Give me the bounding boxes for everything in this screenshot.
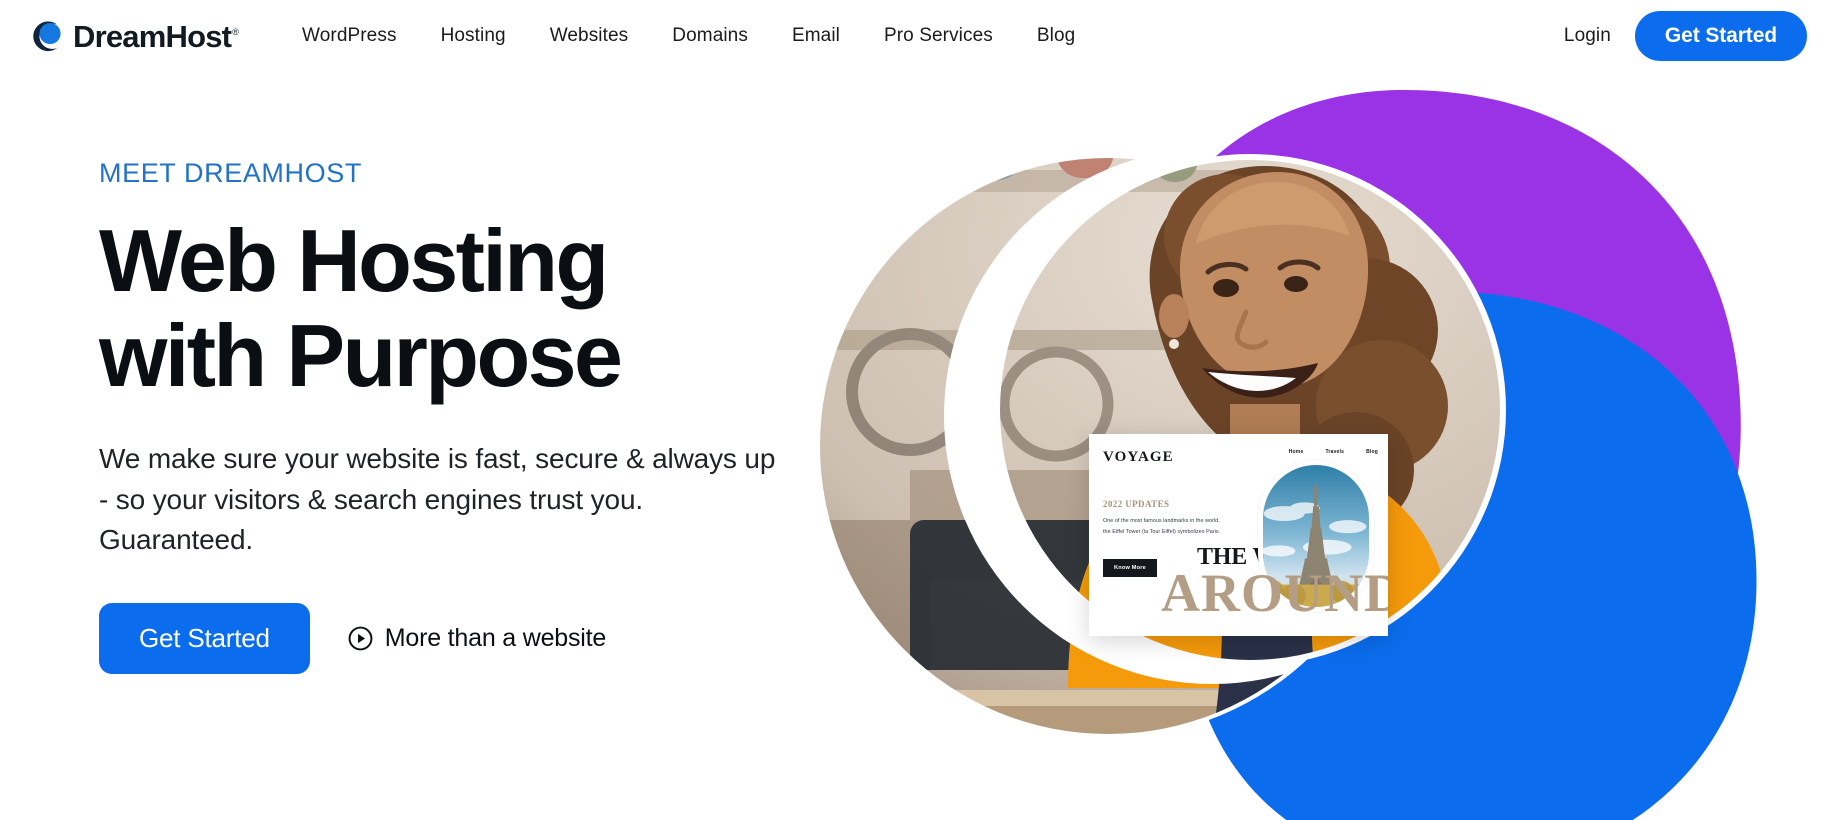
logo-wordmark: DreamHost® [73, 18, 239, 54]
login-link[interactable]: Login [1564, 25, 1611, 47]
nav-item-email[interactable]: Email [770, 19, 862, 53]
nav-item-pro-services[interactable]: Pro Services [862, 19, 1015, 53]
nav-item-hosting[interactable]: Hosting [419, 19, 528, 53]
headline-line-1: Web Hosting [99, 211, 609, 310]
hero-eyebrow: MEET DREAMHOST [99, 158, 362, 188]
voyage-updates-heading: 2022 UPDATES [1103, 499, 1170, 509]
page-title: Web Hosting with Purpose [99, 213, 839, 403]
hero-art-svg [760, 0, 1833, 820]
more-than-a-website-link[interactable]: More than a website [348, 624, 606, 653]
voyage-brand-logo: VOYAGE [1103, 449, 1174, 465]
voyage-know-more-button[interactable]: Know More [1103, 559, 1157, 577]
site-header: DreamHost® WordPress Hosting Websites Do… [0, 0, 1833, 72]
nav-item-blog[interactable]: Blog [1015, 19, 1097, 53]
voyage-nav-item-home[interactable]: Home [1289, 449, 1304, 455]
hero-get-started-button[interactable]: Get Started [99, 602, 310, 674]
primary-nav: WordPress Hosting Websites Domains Email… [280, 19, 1097, 53]
nav-item-wordpress[interactable]: WordPress [280, 19, 419, 53]
hero-illustration [760, 0, 1833, 820]
photo-circle [760, 0, 1833, 820]
voyage-nav-item-travels[interactable]: Travels [1325, 449, 1344, 455]
registered-mark: ® [232, 27, 239, 38]
dreamhost-circle-logo-icon [33, 21, 61, 52]
nav-item-websites[interactable]: Websites [528, 19, 651, 53]
header-get-started-button[interactable]: Get Started [1634, 11, 1807, 61]
voyage-headline-line2: AROUND [1161, 563, 1388, 623]
play-circle-icon [348, 626, 373, 651]
dreamhost-homepage-hero: DreamHost® WordPress Hosting Websites Do… [0, 0, 1833, 820]
hero-content: MEET DREAMHOST Web Hosting with Purpose … [99, 158, 839, 674]
voyage-nav-item-blog[interactable]: Blog [1366, 449, 1378, 455]
headline-line-2: with Purpose [99, 306, 623, 406]
voyage-website-preview-card[interactable]: VOYAGE Home Travels Blog 2022 UPDATES On… [1089, 434, 1388, 636]
hero-subheading: We make sure your website is fast, secur… [99, 443, 776, 556]
voyage-body-text: One of the most famous landmarks in the … [1103, 518, 1221, 536]
hero-cta-row: Get Started More than a website [99, 602, 839, 674]
header-actions: Login Get Started [1564, 11, 1807, 61]
voyage-nav: Home Travels Blog [1289, 449, 1378, 455]
voyage-card-inner: VOYAGE Home Travels Blog 2022 UPDATES On… [1089, 434, 1388, 636]
nav-item-domains[interactable]: Domains [650, 19, 770, 53]
dreamhost-logo[interactable]: DreamHost® [28, 17, 239, 55]
more-than-a-website-label: More than a website [384, 623, 607, 652]
